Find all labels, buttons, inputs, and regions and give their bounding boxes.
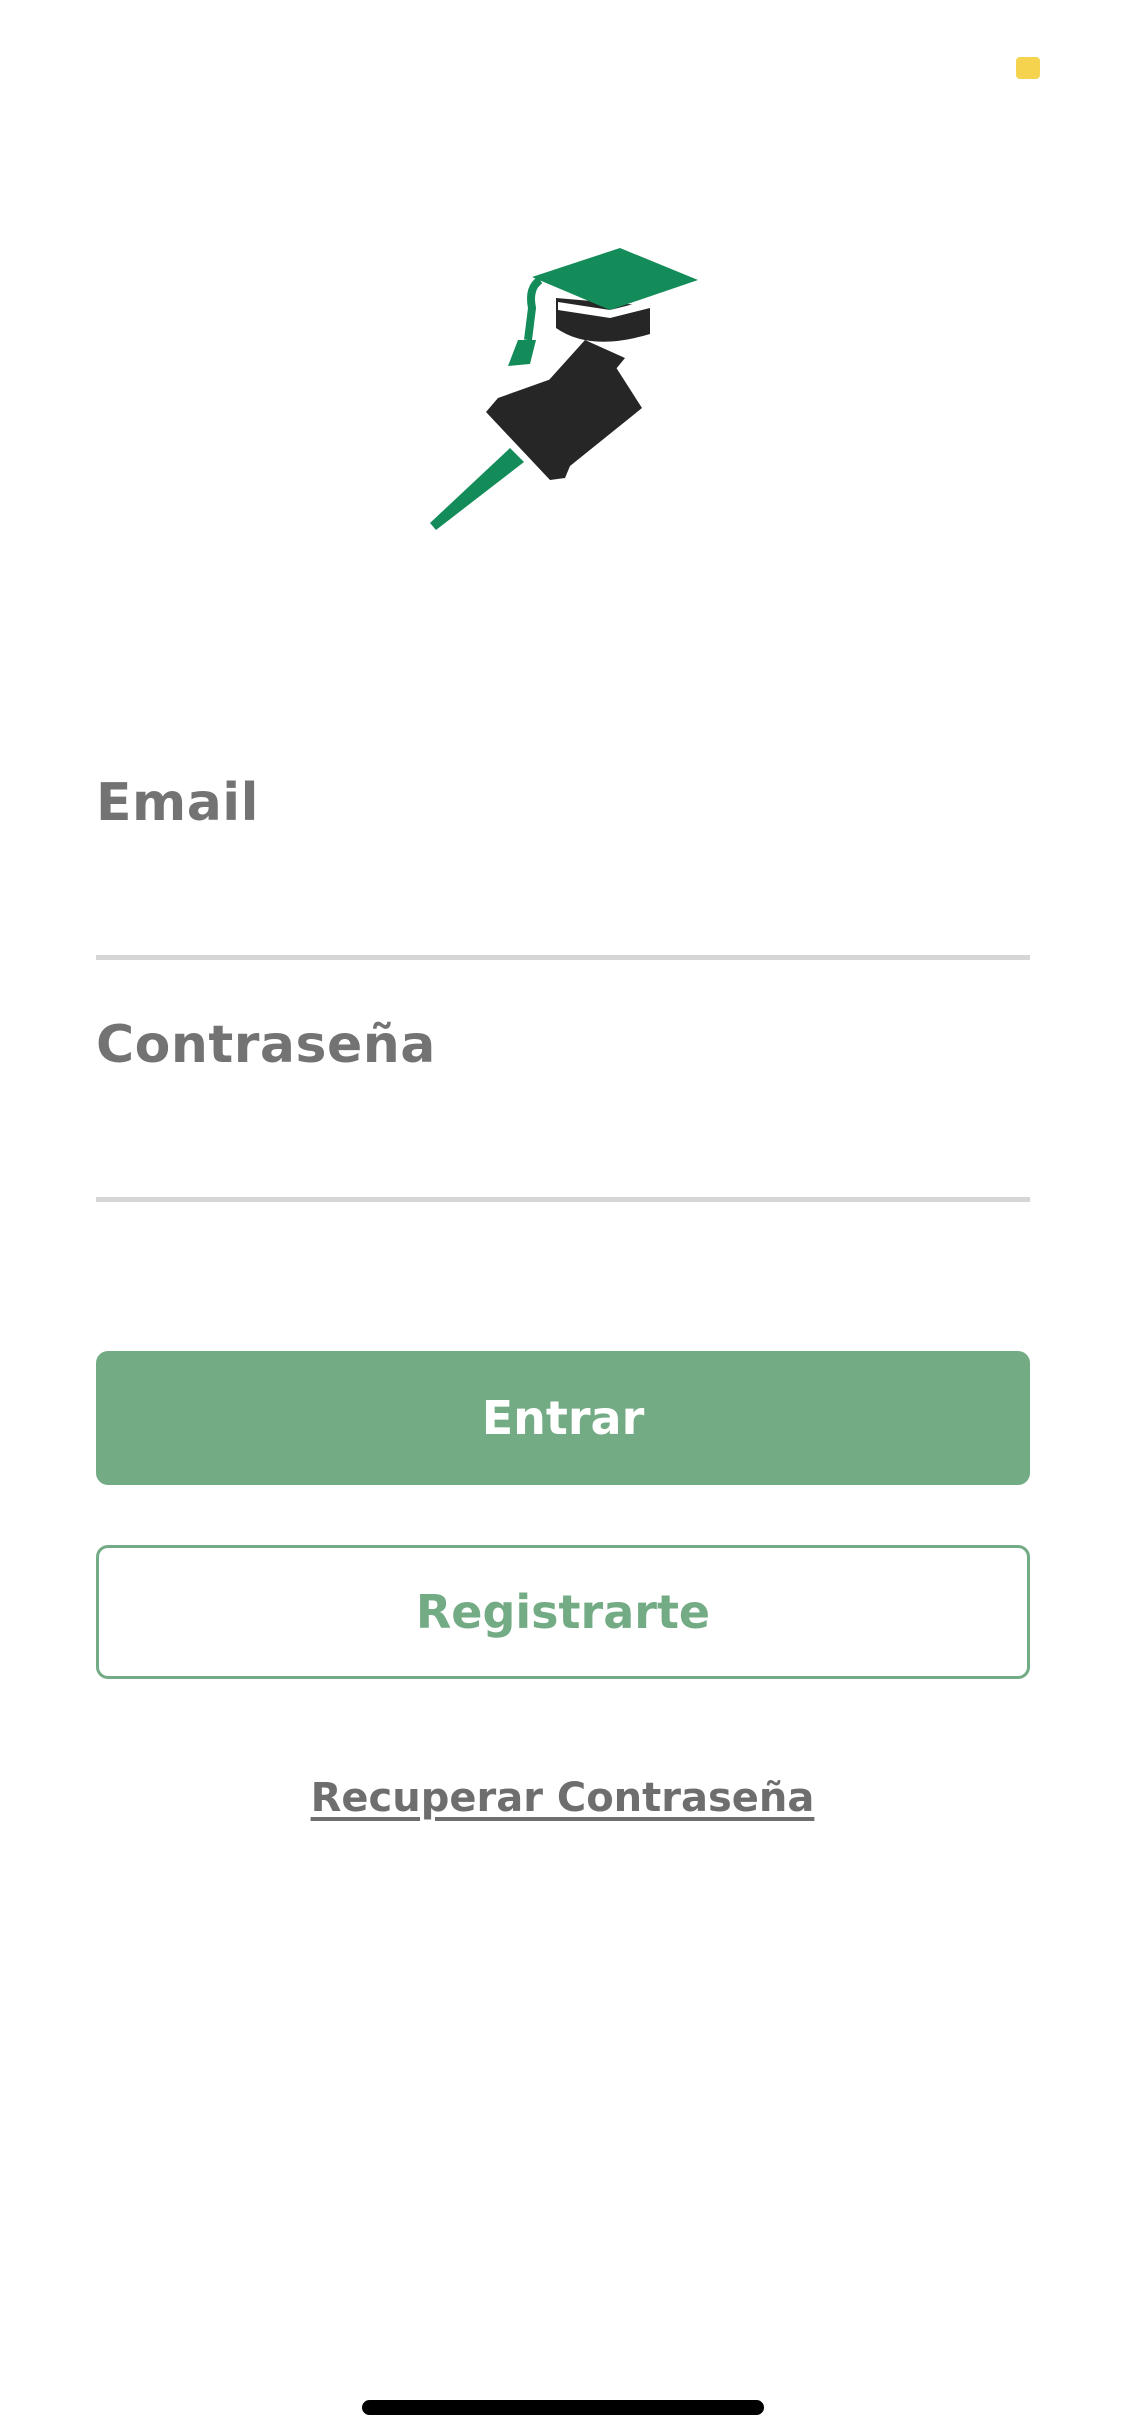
graduation-cap-pushpin-icon (430, 248, 698, 530)
tassel-cord-shape (524, 276, 543, 341)
login-button[interactable]: Entrar (96, 1351, 1030, 1485)
password-field[interactable] (96, 1110, 1030, 1180)
email-underline (96, 955, 1030, 960)
pin-needle-shape (430, 448, 524, 530)
password-label: Contraseña (96, 1015, 436, 1075)
email-label: Email (96, 773, 259, 833)
password-underline (96, 1197, 1030, 1202)
home-indicator[interactable] (362, 2400, 764, 2415)
status-indicator-dot (1016, 57, 1040, 79)
email-field[interactable] (96, 868, 1030, 938)
recover-password-link[interactable]: Recuperar Contraseña (0, 1775, 1125, 1821)
register-button[interactable]: Registrarte (96, 1545, 1030, 1679)
tassel-end-shape (508, 340, 536, 366)
